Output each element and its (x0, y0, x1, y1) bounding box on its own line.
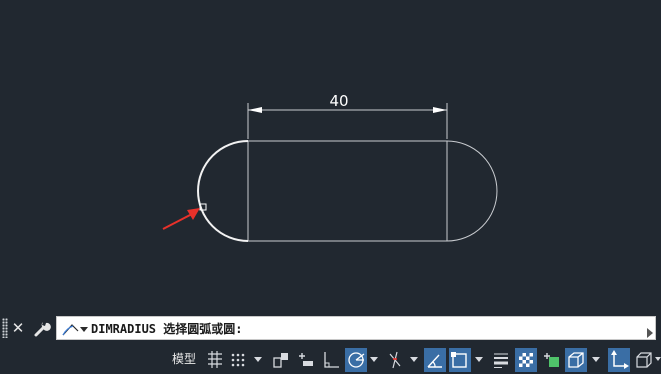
dimension-arrow-left (248, 107, 262, 113)
command-prompt-icon[interactable] (61, 320, 89, 338)
chevron-down-icon[interactable] (369, 348, 379, 370)
chevron-down-icon[interactable] (409, 348, 419, 370)
drawing-svg[interactable]: 40 (0, 0, 661, 314)
drag-handle[interactable] (2, 318, 8, 338)
selection-filter-icon[interactable] (633, 348, 655, 372)
ortho-icon[interactable] (320, 348, 342, 372)
command-history-scroll[interactable] (647, 323, 653, 338)
dimension-text: 40 (329, 92, 348, 110)
snap-dots-icon[interactable] (228, 348, 250, 372)
polar-tracking-icon[interactable] (345, 348, 367, 372)
transparency-icon[interactable] (515, 348, 537, 372)
chevron-down-icon[interactable] (253, 348, 263, 370)
grid-icon[interactable] (204, 348, 226, 372)
left-arc-highlighted[interactable] (197, 140, 249, 242)
drawing-canvas[interactable]: 40 (0, 0, 661, 314)
dynamic-input-icon[interactable] (295, 348, 317, 372)
command-prompt-text: DIMRADIUS 选择圆弧或圆: (91, 322, 243, 336)
red-arrow-shaft (162, 213, 193, 230)
object-snap-tracking-icon[interactable] (424, 348, 446, 372)
dynamic-ucs-icon[interactable] (608, 348, 630, 372)
chevron-down-icon[interactable] (655, 348, 661, 370)
chevron-down-icon[interactable] (591, 348, 601, 370)
close-icon[interactable]: ✕ (10, 318, 26, 338)
3d-object-snap-icon[interactable] (565, 348, 587, 372)
red-arrow-head (187, 208, 200, 220)
infer-constraints-icon[interactable] (270, 348, 292, 372)
model-space-button[interactable]: 模型 (169, 348, 199, 370)
command-input[interactable]: DIMRADIUS 选择圆弧或圆: (56, 316, 656, 340)
right-arc[interactable] (446, 140, 498, 242)
dimension-arrow-right (433, 107, 447, 113)
chevron-down-icon[interactable] (474, 348, 484, 370)
wrench-icon[interactable] (32, 318, 52, 338)
lineweight-icon[interactable] (490, 348, 512, 372)
object-snap-icon[interactable] (449, 348, 471, 372)
isodraft-icon[interactable] (384, 348, 406, 372)
selection-cycling-icon[interactable] (540, 348, 562, 372)
